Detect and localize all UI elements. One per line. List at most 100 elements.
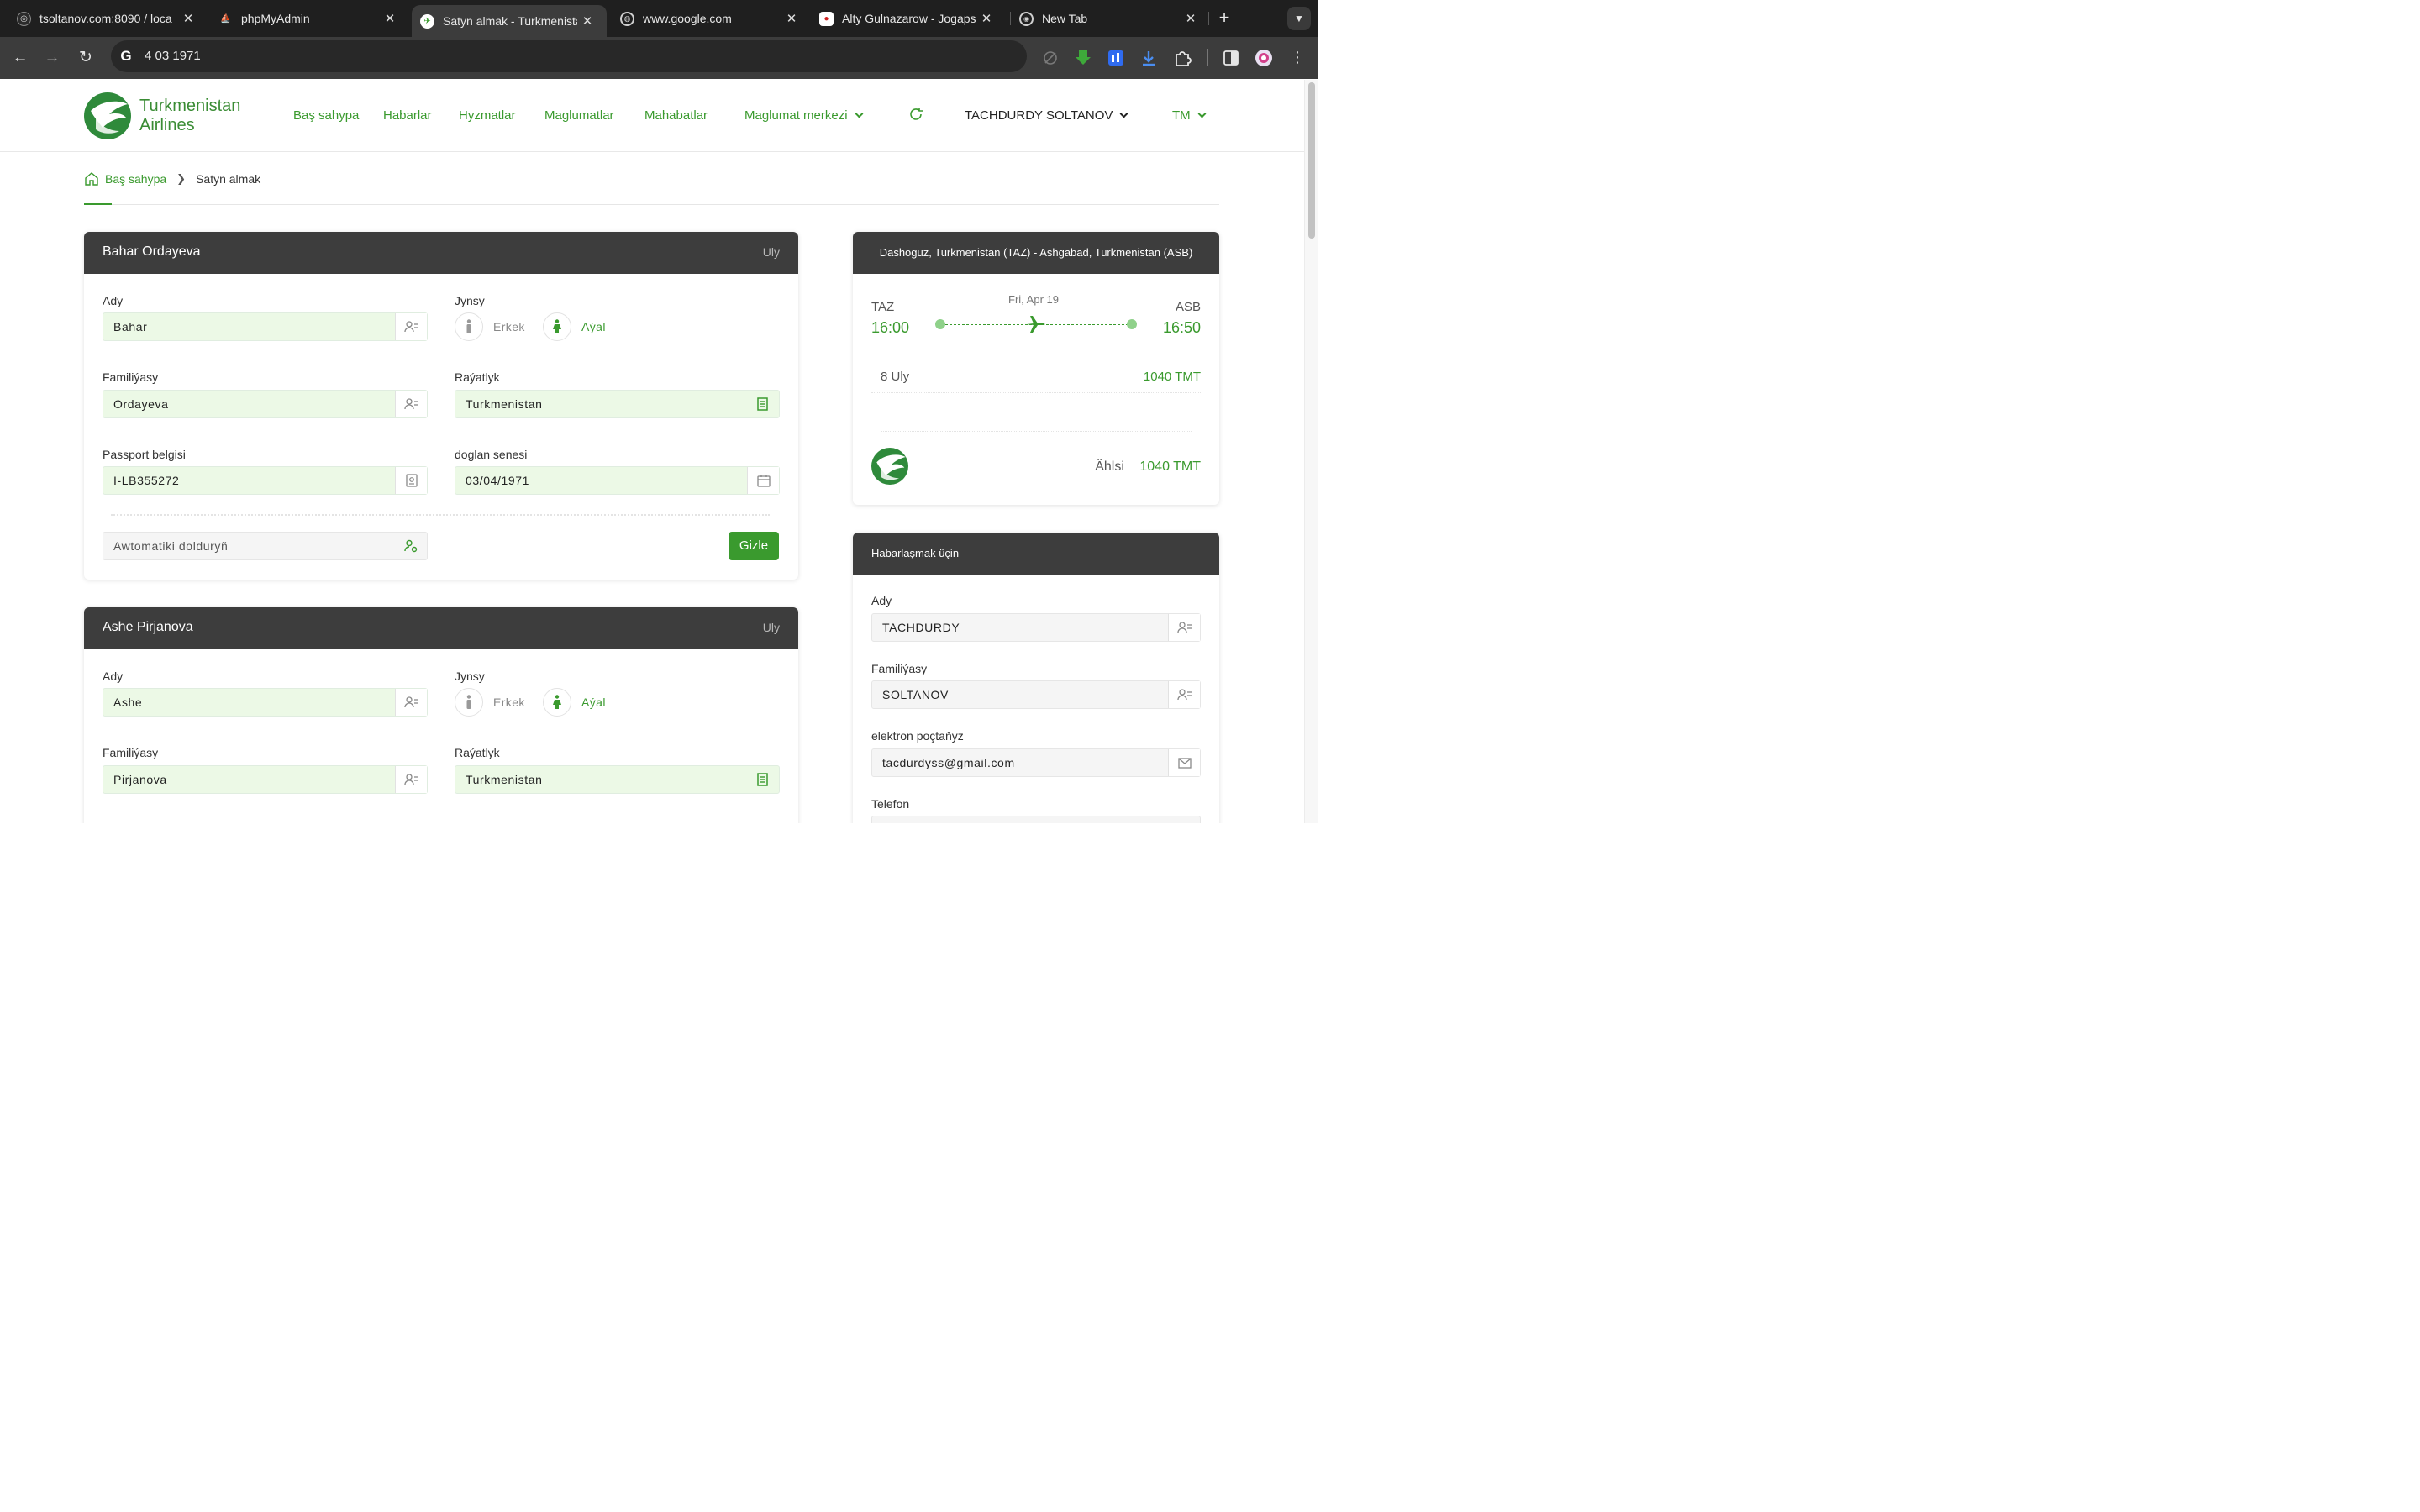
section-divider xyxy=(111,514,770,516)
turkmenistan-airlines-favicon-icon: ✈ xyxy=(420,13,434,29)
bird-emblem-icon xyxy=(876,454,906,480)
tab-search-chevron-icon[interactable]: ▼ xyxy=(1287,7,1311,30)
passport-field[interactable]: I-LB355272 xyxy=(103,466,428,495)
chevron-down-icon xyxy=(1197,109,1207,118)
close-tab-icon[interactable]: ✕ xyxy=(976,11,997,26)
gender-male-option[interactable]: Erkek xyxy=(455,312,525,341)
passenger-card: Bahar Ordayeva Uly Ady Bahar Jynsy Erkek… xyxy=(84,232,798,580)
gender-female-option[interactable]: Aýal xyxy=(543,688,606,717)
kebab-menu-icon[interactable]: ⋮ xyxy=(1288,48,1307,66)
last-name-field[interactable]: Ordayeva xyxy=(103,390,428,418)
gender-label: Jynsy xyxy=(455,669,485,683)
close-tab-icon[interactable]: ✕ xyxy=(577,13,597,29)
breadcrumb-divider xyxy=(84,204,1219,205)
airplane-icon xyxy=(1027,316,1045,333)
eye-slash-icon[interactable] xyxy=(1041,49,1060,67)
passenger-card-header: Ashe Pirjanova Uly xyxy=(84,607,798,649)
tab-separator xyxy=(1208,12,1209,25)
first-name-field[interactable]: Ashe xyxy=(103,688,428,717)
tab-tsoltanov[interactable]: ◎ tsoltanov.com:8090 / loca ✕ xyxy=(0,3,203,34)
nav-info-center[interactable]: Maglumat merkezi xyxy=(744,108,863,123)
passenger-name: Bahar Ordayeva xyxy=(103,244,201,259)
tab-phpmyadmin[interactable]: ⛵ phpMyAdmin ✕ xyxy=(202,3,405,34)
tab-alty-gulnazarow[interactable]: ● Alty Gulnazarow - Jogaps ✕ xyxy=(802,3,1006,34)
dob-field[interactable]: 03/04/1971 xyxy=(455,466,780,495)
nav-services[interactable]: Hyzmatlar xyxy=(459,108,516,123)
turkmenistan-airlines-logo[interactable] xyxy=(84,92,131,139)
bar-chart-extension-icon[interactable] xyxy=(1107,49,1125,67)
nav-ads[interactable]: Mahabatlar xyxy=(644,108,708,123)
calendar-icon[interactable] xyxy=(747,467,779,494)
tab-google[interactable]: ◍ www.google.com ✕ xyxy=(603,3,807,34)
browser-tab-strip: ◎ tsoltanov.com:8090 / loca ✕ ⛵ phpMyAdm… xyxy=(0,0,1318,37)
close-tab-icon[interactable]: ✕ xyxy=(178,11,198,26)
nav-home[interactable]: Baş sahypa xyxy=(293,108,359,123)
male-icon xyxy=(455,688,483,717)
tab-new-tab[interactable]: ◉ New Tab ✕ xyxy=(1002,3,1206,34)
contact-last-name-field[interactable]: SOLTANOV xyxy=(871,680,1201,709)
toolbar-divider xyxy=(1207,49,1208,66)
passenger-card-header: Bahar Ordayeva Uly xyxy=(84,232,798,274)
close-tab-icon[interactable]: ✕ xyxy=(781,11,802,26)
address-bar[interactable]: G 4 03 1971 xyxy=(111,40,1027,72)
male-icon xyxy=(455,312,483,341)
page-scrollbar[interactable] xyxy=(1304,80,1318,823)
person-card-icon xyxy=(395,313,427,340)
home-icon[interactable] xyxy=(84,171,99,186)
person-gear-icon[interactable] xyxy=(395,533,427,559)
person-card-icon xyxy=(395,766,427,793)
brand-name[interactable]: Turkmenistan Airlines xyxy=(139,97,240,135)
nav-news[interactable]: Habarlar xyxy=(383,108,432,123)
airline-logo-small xyxy=(871,448,908,485)
hide-button[interactable]: Gizle xyxy=(729,532,779,560)
person-card-icon xyxy=(395,689,427,716)
download-icon[interactable] xyxy=(1139,49,1158,67)
contact-email-field[interactable]: tacdurdyss@gmail.com xyxy=(871,748,1201,777)
gender-female-option[interactable]: Aýal xyxy=(543,312,606,341)
passenger-name: Ashe Pirjanova xyxy=(103,620,193,634)
contact-title: Habarlaşmak üçin xyxy=(871,547,960,559)
contact-phone-label: Telefon xyxy=(871,797,910,811)
female-icon xyxy=(543,312,571,341)
close-tab-icon[interactable]: ✕ xyxy=(380,11,400,26)
contact-first-name-field[interactable]: TACHDURDY xyxy=(871,613,1201,642)
forward-arrow-icon[interactable]: → xyxy=(41,47,63,69)
gender-male-option[interactable]: Erkek xyxy=(455,688,525,717)
person-card-icon xyxy=(1168,614,1200,641)
page-content: Turkmenistan Airlines Baş sahypa Habarla… xyxy=(0,80,1304,823)
new-tab-plus-icon[interactable]: + xyxy=(1213,7,1235,29)
refresh-icon[interactable] xyxy=(908,106,924,123)
citizenship-select[interactable]: Turkmenistan xyxy=(455,765,780,794)
breadcrumb-accent-line xyxy=(84,203,112,205)
extensions-puzzle-icon[interactable] xyxy=(1173,49,1192,67)
dob-label: doglan senesi xyxy=(455,448,528,461)
back-arrow-icon[interactable]: ← xyxy=(9,47,31,69)
side-panel-icon[interactable] xyxy=(1222,49,1240,67)
nav-information[interactable]: Maglumatlar xyxy=(544,108,614,123)
user-menu[interactable]: TACHDURDY SOLTANOV xyxy=(965,108,1128,123)
tab-satyn-almak[interactable]: ✈ Satyn almak - Turkmenista ✕ xyxy=(412,5,607,37)
breadcrumb-home[interactable]: Baş sahypa xyxy=(105,172,166,186)
first-name-field[interactable]: Bahar xyxy=(103,312,428,341)
profile-avatar-icon[interactable] xyxy=(1255,49,1273,67)
scrollbar-thumb[interactable] xyxy=(1308,82,1315,239)
contact-phone-field[interactable] xyxy=(871,816,1201,823)
autofill-field[interactable]: Awtomatiki dolduryň xyxy=(103,532,428,560)
site-header: Turkmenistan Airlines Baş sahypa Habarla… xyxy=(0,80,1304,152)
reload-icon[interactable]: ↻ xyxy=(75,47,97,69)
envelope-icon xyxy=(1168,749,1200,776)
citizenship-select[interactable]: Turkmenistan xyxy=(455,390,780,418)
flight-summary-card: Dashoguz, Turkmenistan (TAZ) - Ashgabad,… xyxy=(853,232,1219,505)
passenger-type: Uly xyxy=(762,621,780,634)
chevron-down-icon xyxy=(855,109,863,118)
close-tab-icon[interactable]: ✕ xyxy=(1181,11,1201,26)
green-download-extension-icon[interactable] xyxy=(1074,49,1092,67)
jogaps-favicon-icon: ● xyxy=(819,11,834,26)
first-name-label: Ady xyxy=(103,294,124,307)
address-text[interactable]: 4 03 1971 xyxy=(145,49,201,63)
passenger-count: 8 Uly xyxy=(881,370,910,384)
citizenship-label: Raýatlyk xyxy=(455,746,500,759)
language-selector[interactable]: TM xyxy=(1172,108,1207,123)
last-name-field[interactable]: Pirjanova xyxy=(103,765,428,794)
flight-date: Fri, Apr 19 xyxy=(1008,293,1059,306)
